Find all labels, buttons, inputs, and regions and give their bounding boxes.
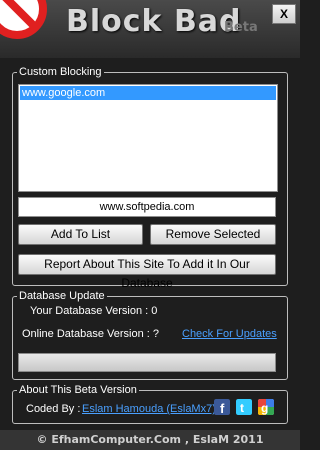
- online-database-version: Online Database Version : ?: [22, 328, 159, 340]
- svg-text:t: t: [240, 401, 244, 415]
- remove-selected-button[interactable]: Remove Selected: [150, 224, 276, 245]
- custom-blocking-legend: Custom Blocking: [19, 66, 102, 78]
- twitter-icon[interactable]: t: [236, 399, 252, 415]
- author-link[interactable]: Eslam Hamouda (EslaMx7): [82, 403, 216, 415]
- list-item[interactable]: www.google.com: [20, 86, 276, 100]
- database-update-legend: Database Update: [19, 290, 105, 302]
- footer-copyright: © EfhamComputer.Com , EslaM 2011: [0, 430, 300, 450]
- your-database-version: Your Database Version : 0: [30, 305, 158, 317]
- svg-text:g: g: [261, 401, 268, 415]
- svg-text:f: f: [220, 401, 225, 415]
- app-title: Block Bad: [66, 4, 242, 39]
- about-legend: About This Beta Version: [19, 384, 137, 396]
- app-subtitle: Beta: [224, 20, 258, 35]
- url-input[interactable]: [18, 197, 276, 217]
- add-to-list-button[interactable]: Add To List: [18, 224, 143, 245]
- blocked-sites-list[interactable]: www.google.com: [18, 84, 278, 192]
- facebook-icon[interactable]: f: [214, 399, 230, 415]
- report-site-button[interactable]: Report About This Site To Add it In Our …: [18, 254, 276, 290]
- coded-by-label: Coded By :: [26, 403, 81, 415]
- google-icon[interactable]: g: [258, 399, 274, 415]
- no-entry-sign-icon: [0, 0, 47, 39]
- title-bar: Block Bad Beta X: [0, 0, 300, 58]
- check-updates-link[interactable]: Check For Updates: [182, 328, 277, 340]
- update-progress-bar: [18, 353, 276, 372]
- close-button[interactable]: X: [272, 4, 296, 24]
